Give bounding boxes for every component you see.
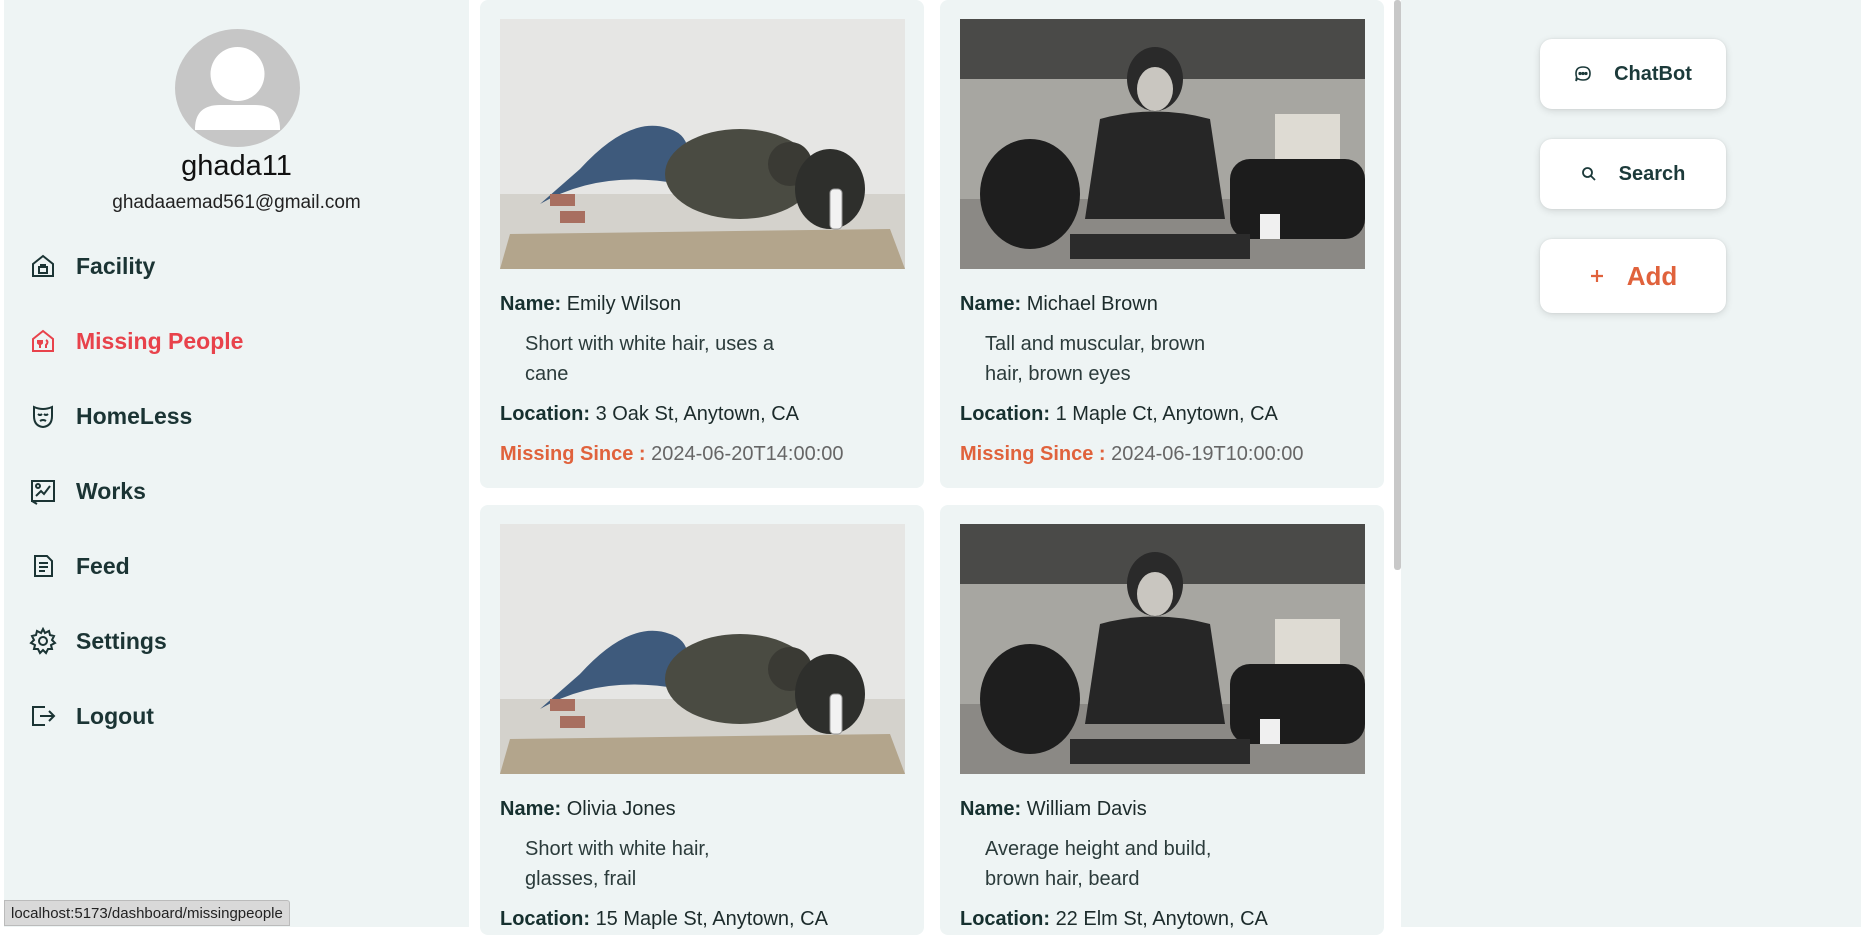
person-location-row: Location: 3 Oak St, Anytown, CA [500,403,799,426]
person-name: Michael Brown [1026,293,1158,315]
person-card[interactable]: Name: Emily Wilson Short with white hair… [480,0,924,488]
add-button[interactable]: Add [1540,239,1726,313]
sidebar-item-logout[interactable]: Logout [26,696,154,736]
sidebar-item-label: Missing People [76,327,244,354]
status-url: localhost:5173/dashboard/missingpeople [4,900,290,926]
person-location: 1 Maple Ct, Anytown, CA [1055,403,1278,425]
name-label: Name: [500,293,562,315]
sidebar-item-works[interactable]: Works [26,471,146,511]
description-line: cane [525,363,569,385]
sidebar-item-label: Works [76,477,146,504]
sidebar-item-label: Feed [76,552,130,579]
description-line: hair, brown eyes [985,363,1131,385]
mask-icon [26,399,60,433]
description-line: Tall and muscular, brown [985,333,1206,355]
sidebar-item-label: HomeLess [76,402,193,429]
name-label: Name: [960,293,1022,315]
description-line: Short with white hair, [525,838,710,860]
person-description: Tall and muscular, brown hair, brown eye… [985,329,1285,389]
sidebar-item-label: Settings [76,627,167,654]
facility-icon [26,249,60,283]
missing-since-row: Missing Since : 2024-06-20T14:00:00 [500,443,844,466]
person-name: William Davis [1026,798,1147,820]
person-location-row: Location: 22 Elm St, Anytown, CA [960,908,1268,931]
missing-since-label: Missing Since : [500,443,646,465]
logout-icon [26,699,60,733]
sidebar-item-homeless[interactable]: HomeLess [26,396,192,436]
description-line: Average height and build, [985,838,1212,860]
description-line: brown hair, beard [985,868,1140,890]
person-photo [500,524,905,774]
name-label: Name: [960,798,1022,820]
sidebar: ghada11 ghadaaemad561@gmail.com Facility… [4,0,469,927]
person-location: 3 Oak St, Anytown, CA [595,403,799,425]
location-label: Location: [500,403,590,425]
person-name-row: Name: Michael Brown [960,293,1158,316]
search-label: Search [1618,162,1686,185]
scrollbar[interactable] [1394,0,1401,570]
person-photo [960,524,1365,774]
works-icon [26,474,60,508]
missing-since-value: 2024-06-20T14:00:00 [651,443,844,465]
person-photo [960,19,1365,269]
search-button[interactable]: Search [1540,139,1726,209]
person-description: Short with white hair, uses a cane [525,329,825,389]
person-card[interactable]: Name: William Davis Average height and b… [940,505,1384,935]
person-card[interactable]: Name: Michael Brown Tall and muscular, b… [940,0,1384,488]
person-photo [500,19,905,269]
missing-since-label: Missing Since : [960,443,1106,465]
chatbot-button[interactable]: ChatBot [1540,39,1726,109]
location-label: Location: [960,403,1050,425]
chatbot-label: ChatBot [1614,62,1692,85]
description-line: Short with white hair, uses a [525,333,775,355]
person-name: Olivia Jones [566,798,676,820]
person-name-row: Name: Olivia Jones [500,798,676,821]
description-line: glasses, frail [525,868,637,890]
username: ghada11 [181,150,292,182]
sidebar-item-label: Logout [76,702,154,729]
missing-people-grid: Name: Emily Wilson Short with white hair… [469,0,1392,935]
search-icon [1581,166,1597,182]
sidebar-item-missing-people[interactable]: Missing People [26,321,243,361]
person-location-row: Location: 15 Maple St, Anytown, CA [500,908,828,931]
plus-icon [1589,268,1605,284]
person-name-row: Name: William Davis [960,798,1147,821]
sidebar-item-label: Facility [76,252,156,279]
person-name-row: Name: Emily Wilson [500,293,681,316]
sidebar-item-settings[interactable]: Settings [26,621,167,661]
gear-icon [26,624,60,658]
person-name: Emily Wilson [566,293,682,315]
name-label: Name: [500,798,562,820]
user-email: ghadaaemad561@gmail.com [112,192,361,213]
add-label: Add [1626,260,1678,291]
sidebar-item-feed[interactable]: Feed [26,546,130,586]
avatar[interactable] [175,29,300,147]
missing-since-value: 2024-06-19T10:00:00 [1111,443,1304,465]
person-location-row: Location: 1 Maple Ct, Anytown, CA [960,403,1278,426]
person-card[interactable]: Name: Olivia Jones Short with white hair… [480,505,924,935]
user-avatar-icon [195,47,280,130]
chat-icon [1574,65,1592,83]
person-description: Average height and build, brown hair, be… [985,834,1285,894]
missing-people-icon [26,324,60,358]
person-description: Short with white hair, glasses, frail [525,834,825,894]
feed-icon [26,549,60,583]
sidebar-item-facility[interactable]: Facility [26,246,155,286]
missing-since-row: Missing Since : 2024-06-19T10:00:00 [960,443,1304,466]
